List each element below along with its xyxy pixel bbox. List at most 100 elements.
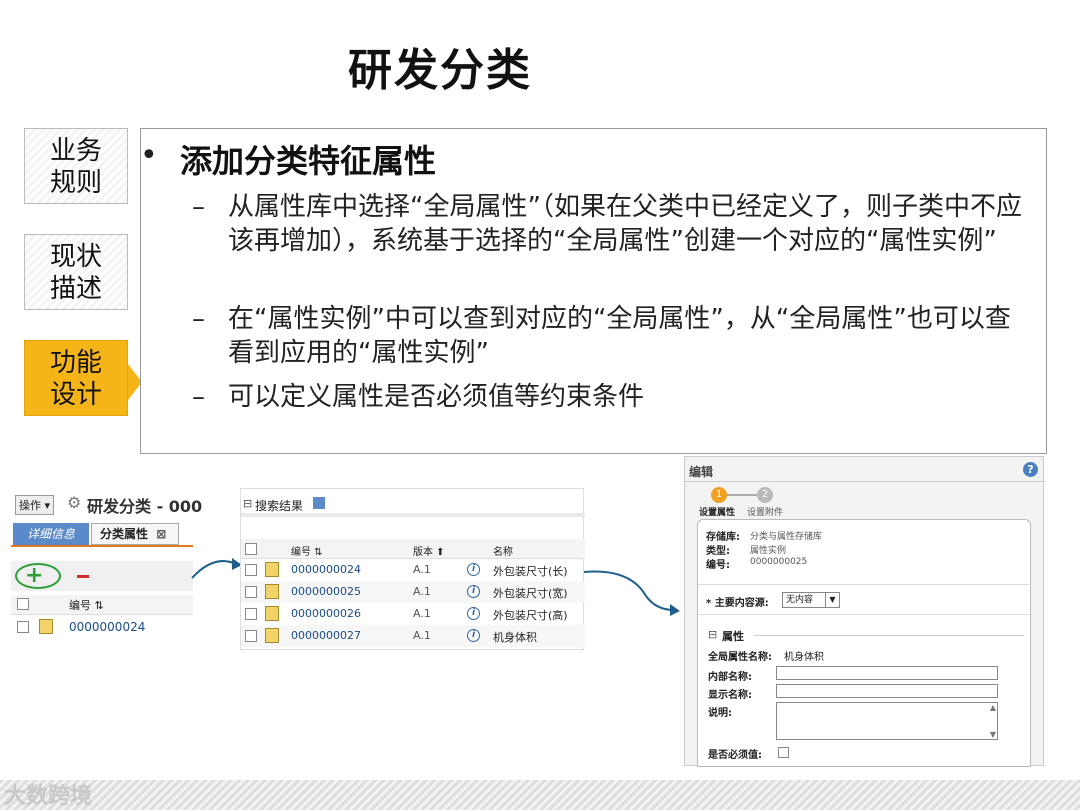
store-label: 存储库:	[706, 532, 740, 543]
form-panel: 存储库: 分类与属性存储库 类型: 属性实例 编号: 0000000025 * …	[697, 519, 1032, 767]
row-checkbox[interactable]	[17, 621, 29, 633]
row-checkbox[interactable]	[245, 630, 257, 642]
column-number[interactable]: 编号 ⇅	[291, 543, 323, 558]
scroll-up-icon[interactable]: ▲	[990, 703, 996, 712]
column-version[interactable]: 版本 ⬆	[413, 543, 445, 558]
classification-screenshot: 操作 ▾ ⚙ 研发分类 - 000 详细信息 分类属性 ⊠ + 编号 ⇅ 000…	[10, 488, 202, 638]
step-2-label[interactable]: 设置附件	[747, 505, 783, 518]
watermark: 大数跨境	[4, 784, 93, 809]
row-number-link[interactable]: 0000000024	[291, 563, 361, 576]
flow-arrow	[583, 570, 680, 616]
row-version: A.1	[413, 629, 431, 642]
divider	[241, 513, 585, 517]
bullet: •	[140, 138, 158, 173]
row-checkbox[interactable]	[245, 586, 257, 598]
display-name-input[interactable]	[776, 684, 998, 698]
sidebar-item-label: 现状	[49, 242, 102, 272]
select-all-checkbox[interactable]	[17, 598, 29, 610]
type-label: 类型:	[706, 546, 730, 557]
dash: –	[192, 382, 205, 412]
content-point-text: 从属性库中选择“全局属性”（如果在父类中已经定义了，则子类中不应该再增加），系统…	[228, 192, 1022, 256]
action-menu-button[interactable]: 操作 ▾	[15, 495, 55, 515]
row-number-link[interactable]: 0000000026	[291, 607, 361, 620]
internal-name-label: 内部名称:	[708, 672, 752, 683]
row-version: A.1	[413, 563, 431, 576]
required-checkbox[interactable]	[778, 747, 789, 758]
divider	[698, 614, 1032, 615]
type-value: 属性实例	[750, 546, 787, 556]
edit-dialog-screenshot: 编辑 ? 1 2 设置属性 设置附件 存储库: 分类与属性存储库 类型: 属性实…	[684, 456, 1045, 767]
source-select[interactable]: 无内容 ▼	[782, 592, 840, 608]
sidebar-item-label: 设计	[49, 380, 102, 410]
row-number-link[interactable]: 0000000024	[69, 620, 145, 634]
description-textarea[interactable]: ▲ ▼	[776, 702, 998, 740]
row-number-link[interactable]: 0000000025	[291, 585, 361, 598]
document-icon	[265, 562, 279, 577]
select-all-checkbox[interactable]	[245, 543, 257, 555]
table-row[interactable]: 0000000027 A.1 i 机身体积	[241, 625, 585, 647]
divider	[698, 584, 1032, 585]
sidebar-item-function-design[interactable]: 功能 设计	[24, 340, 128, 416]
step-connector	[727, 494, 757, 496]
search-results-screenshot: ⊟ 搜索结果 编号 ⇅ 版本 ⬆ 名称 0000000024 A.1 i 外包装…	[240, 488, 585, 650]
info-icon[interactable]: i	[467, 607, 480, 620]
sidebar-item-business-rules[interactable]: 业务 规则	[24, 128, 128, 204]
divider	[685, 481, 1045, 482]
row-version: A.1	[413, 607, 431, 620]
content-point-text: 可以定义属性是否必须值等约束条件	[228, 382, 645, 412]
tab-label: 分类属性	[100, 527, 149, 541]
sidebar-item-label: 业务	[49, 136, 102, 166]
scroll-down-icon[interactable]: ▼	[990, 730, 996, 739]
document-icon	[265, 628, 279, 643]
source-select-value: 无内容	[786, 595, 814, 605]
step-1-label[interactable]: 设置属性	[699, 505, 735, 518]
close-icon[interactable]: ⊠	[156, 527, 166, 541]
row-number-link[interactable]: 0000000027	[291, 629, 361, 642]
info-icon[interactable]: i	[467, 629, 480, 642]
source-label: * 主要内容源:	[706, 598, 769, 609]
table-row[interactable]: 0000000026 A.1 i 外包装尺寸(高)	[241, 603, 585, 625]
search-results-header: 搜索结果	[255, 499, 304, 513]
sidebar-item-label: 功能	[49, 348, 102, 378]
classification-title: 研发分类 - 000	[87, 497, 203, 516]
row-name: 外包装尺寸(高)	[493, 609, 568, 622]
row-version: A.1	[413, 585, 431, 598]
chevron-down-icon[interactable]: ▼	[825, 593, 839, 607]
column-number[interactable]: 编号 ⇅	[69, 597, 104, 613]
table-row[interactable]: 0000000024 A.1 i 外包装尺寸(长)	[241, 559, 585, 581]
row-name: 外包装尺寸(宽)	[493, 587, 568, 600]
step-2-indicator[interactable]: 2	[757, 487, 773, 503]
remove-icon[interactable]	[77, 575, 89, 578]
document-icon	[39, 619, 53, 634]
page-title: 研发分类	[348, 45, 532, 96]
section-title: 属性	[722, 630, 744, 643]
info-icon[interactable]: i	[467, 563, 480, 576]
dash: –	[192, 192, 205, 222]
row-checkbox[interactable]	[245, 608, 257, 620]
sidebar-item-label: 描述	[49, 274, 102, 304]
tab-underline	[11, 545, 193, 547]
description-label: 说明:	[708, 708, 732, 719]
sidebar-item-current-state[interactable]: 现状 描述	[24, 234, 128, 310]
tab-class-attributes[interactable]: 分类属性 ⊠	[91, 523, 179, 545]
store-value: 分类与属性存储库	[750, 532, 823, 542]
help-icon[interactable]: ?	[1023, 462, 1038, 477]
table-row[interactable]: 0000000025 A.1 i 外包装尺寸(宽)	[241, 581, 585, 603]
add-icon[interactable]: +	[25, 563, 43, 588]
step-1-indicator[interactable]: 1	[711, 487, 727, 503]
row-checkbox[interactable]	[245, 564, 257, 576]
sidebar-item-label: 规则	[49, 168, 102, 198]
collapse-icon[interactable]: ⊟	[243, 497, 252, 510]
tab-details[interactable]: 详细信息	[13, 523, 89, 545]
info-icon[interactable]: i	[467, 585, 480, 598]
grid-icon	[313, 497, 325, 509]
number-value: 0000000025	[750, 557, 808, 567]
edit-dialog-title: 编辑	[689, 465, 714, 479]
section-collapse-icon[interactable]: ⊟	[708, 628, 717, 641]
flow-arrow	[191, 558, 242, 579]
internal-name-input[interactable]	[776, 666, 998, 680]
content-heading: 添加分类特征属性	[180, 142, 437, 180]
gear-icon: ⚙	[67, 493, 82, 512]
content-point-text: 在“属性实例”中可以查到对应的“全局属性”，从“全局属性”也可以查看到应用的“属…	[228, 304, 1011, 368]
column-name[interactable]: 名称	[493, 543, 513, 558]
